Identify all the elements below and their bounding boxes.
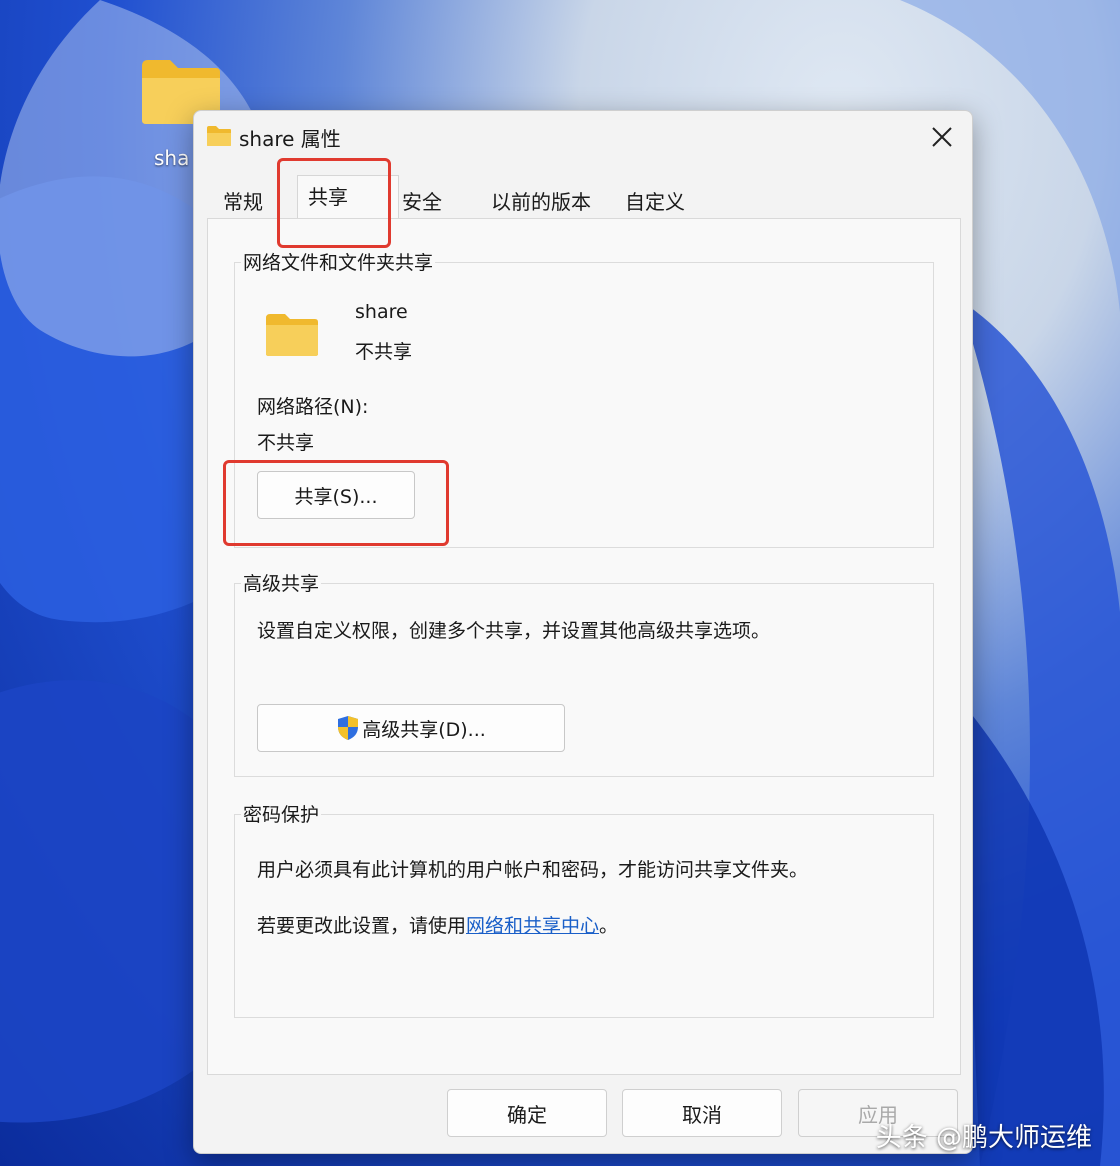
close-icon xyxy=(932,127,952,147)
password-protection-description: 用户必须具有此计算机的用户帐户和密码，才能访问共享文件夹。 xyxy=(257,859,809,881)
advanced-sharing-group: 高级共享 设置自定义权限，创建多个共享，并设置其他高级共享选项。 高级共享(D)… xyxy=(234,569,934,777)
highlight-share-button xyxy=(223,460,449,546)
close-button[interactable] xyxy=(922,117,962,157)
tab-customize[interactable]: 自定义 xyxy=(617,181,693,217)
sharing-tab-panel: 网络文件和文件夹共享 share 不共享 网络路径(N): 不共享 共享(S).… xyxy=(207,218,961,1075)
folder-name: share xyxy=(355,301,408,323)
tab-previous-versions[interactable]: 以前的版本 xyxy=(483,181,599,217)
tab-general[interactable]: 常规 xyxy=(215,181,271,217)
advanced-sharing-button-label: 高级共享(D)... xyxy=(362,718,486,741)
tab-security[interactable]: 安全 xyxy=(394,181,450,217)
advanced-sharing-button[interactable]: 高级共享(D)... xyxy=(257,704,565,752)
title-bar[interactable]: share 属性 xyxy=(194,111,972,163)
window-title: share 属性 xyxy=(239,127,341,151)
folder-icon xyxy=(207,126,231,146)
network-sharing-center-link[interactable]: 网络和共享中心 xyxy=(466,915,599,937)
desktop-folder-label: sha xyxy=(154,146,190,170)
change-setting-line: 若要更改此设置，请使用网络和共享中心。 xyxy=(257,911,618,938)
ok-button[interactable]: 确定 xyxy=(447,1089,607,1137)
change-setting-suffix: 。 xyxy=(599,915,619,937)
watermark-text: 头条 @鹏大师运维 xyxy=(875,1123,1092,1153)
highlight-sharing-tab xyxy=(277,158,391,248)
password-protection-group: 密码保护 用户必须具有此计算机的用户帐户和密码，才能访问共享文件夹。 若要更改此… xyxy=(234,800,934,1018)
folder-share-status: 不共享 xyxy=(355,341,413,363)
folder-icon xyxy=(266,314,318,356)
password-protection-title: 密码保护 xyxy=(241,800,322,827)
network-sharing-title: 网络文件和文件夹共享 xyxy=(241,248,436,275)
change-setting-prefix: 若要更改此设置，请使用 xyxy=(257,915,467,937)
uac-shield-icon xyxy=(338,716,359,740)
advanced-sharing-title: 高级共享 xyxy=(241,569,322,596)
network-path-value: 不共享 xyxy=(257,432,315,454)
properties-dialog: share 属性 常规 共享 安全 以前的版本 自定义 网络文件和文件夹共享 s… xyxy=(193,110,973,1154)
cancel-button[interactable]: 取消 xyxy=(622,1089,782,1137)
advanced-sharing-description: 设置自定义权限，创建多个共享，并设置其他高级共享选项。 xyxy=(257,620,771,642)
network-path-label: 网络路径(N): xyxy=(257,396,369,418)
